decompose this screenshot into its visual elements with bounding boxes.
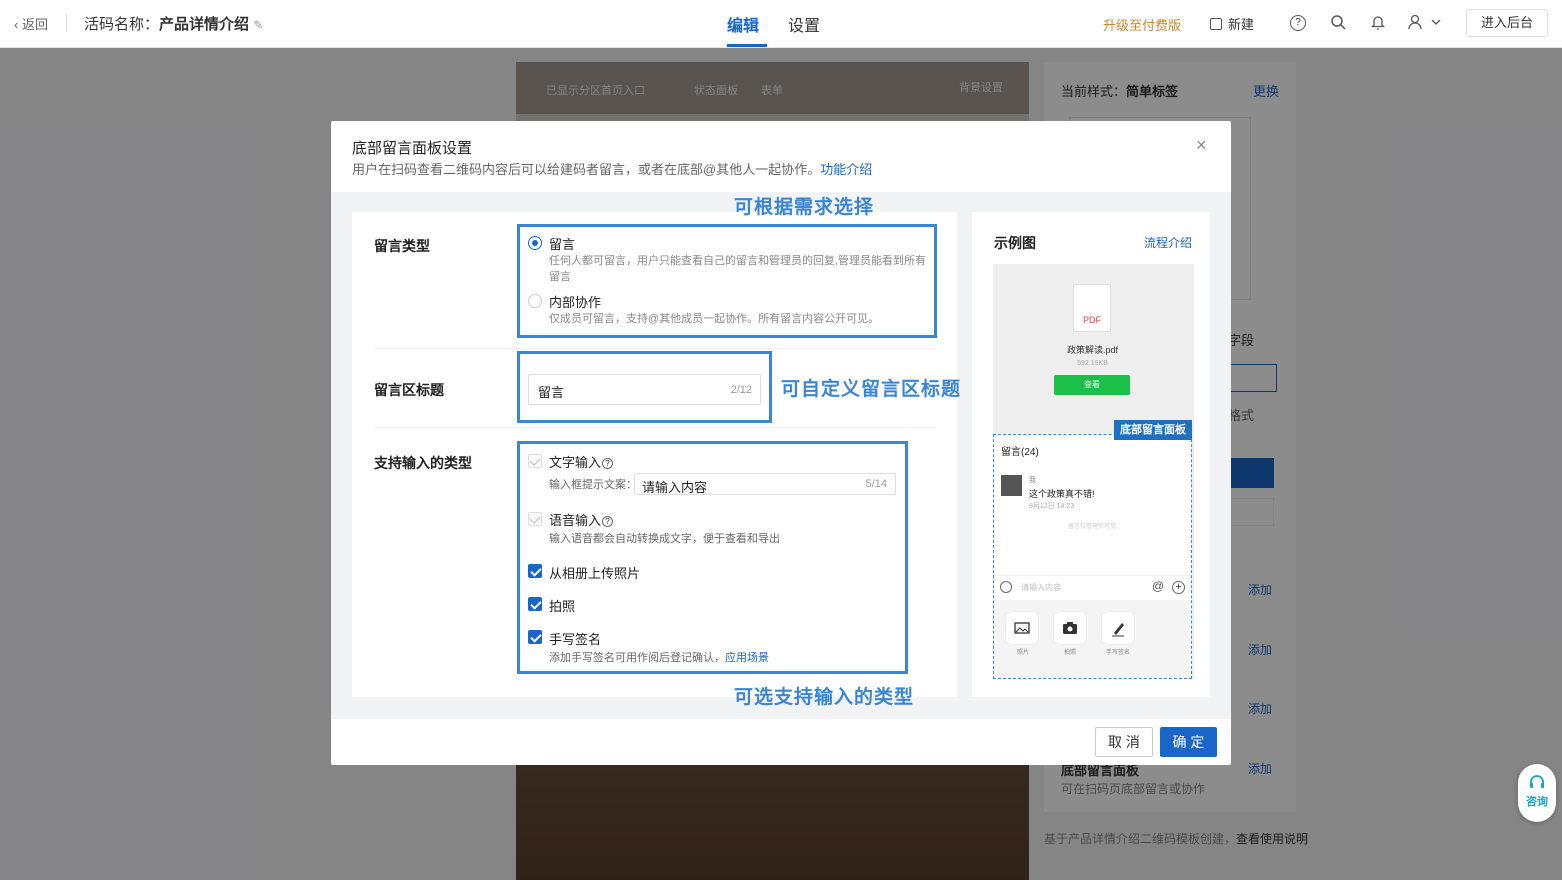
consult-button[interactable]: 咨询 (1518, 764, 1556, 822)
tab-settings[interactable]: 设置 (788, 12, 820, 36)
search-icon[interactable] (1330, 14, 1346, 33)
example-panel: 示例图 流程介绍 PDF 政策解读.pdf 592.19KB 查看 留言(24)… (972, 212, 1210, 697)
feature-intro-link[interactable]: 功能介绍 (820, 162, 872, 177)
chevron-left-icon: ‹ (14, 17, 22, 32)
top-bar: ‹ 返回 活码名称：产品详情介绍 ✎ 编辑 设置 升级至付费版 新建 ? 进入后… (0, 0, 1562, 48)
divider (374, 427, 936, 428)
example-phone-preview: PDF 政策解读.pdf 592.19KB 查看 留言(24) 我 这个政策真不… (993, 264, 1194, 679)
active-tab-indicator (727, 44, 767, 47)
plus-icon: + (1172, 581, 1185, 594)
at-icon: @ (1152, 579, 1165, 593)
help-icon[interactable]: ? (1290, 15, 1306, 31)
input-types-label: 支持输入的类型 (374, 455, 472, 471)
bell-icon[interactable] (1370, 14, 1386, 33)
upgrade-link[interactable]: 升级至付费版 (1103, 15, 1181, 34)
camera-icon (1054, 612, 1086, 644)
annotation-input: 可选支持输入的类型 (734, 687, 915, 708)
comment-panel-badge: 底部留言面板 (1114, 420, 1192, 440)
dialog-title: 底部留言面板设置 (352, 140, 473, 157)
annotation-box-type (517, 224, 937, 338)
enter-backend-button[interactable]: 进入后台 (1466, 9, 1548, 37)
view-file-button: 查看 (1054, 375, 1130, 395)
annotation-title: 可自定义留言区标题 (781, 379, 962, 400)
annotation-box-title (517, 351, 772, 423)
signature-icon (1102, 612, 1134, 644)
annotation-type: 可根据需求选择 (734, 197, 875, 218)
flow-intro-link[interactable]: 流程介绍 (1144, 234, 1192, 251)
voice-icon (1000, 581, 1012, 593)
comment-type-label: 留言类型 (374, 238, 430, 254)
confirm-button[interactable]: 确 定 (1160, 727, 1217, 757)
tab-edit[interactable]: 编辑 (727, 12, 759, 36)
divider (66, 14, 67, 32)
cancel-button[interactable]: 取 消 (1095, 727, 1153, 757)
close-icon[interactable]: × (1196, 135, 1207, 156)
example-comment-panel: 留言(24) 我 这个政策真不错! 8月12日 14:23 留言仅管理员可见 请… (993, 434, 1192, 679)
headset-icon (1528, 773, 1546, 791)
dialog-description: 用户在扫码查看二维码内容后可以给建码者留言，或者在底部@其他人一起协作。功能介绍 (352, 162, 873, 177)
page-title: 活码名称：产品详情介绍 ✎ (84, 16, 264, 33)
area-title-label: 留言区标题 (374, 382, 444, 398)
back-link[interactable]: ‹ 返回 (14, 14, 48, 33)
new-icon (1210, 18, 1222, 30)
example-title: 示例图 (994, 235, 1036, 251)
pdf-file-icon: PDF (1073, 284, 1111, 332)
edit-icon[interactable]: ✎ (253, 18, 263, 32)
user-icon[interactable] (1408, 14, 1442, 33)
divider (374, 348, 936, 349)
new-button[interactable]: 新建 (1210, 14, 1254, 33)
photo-icon (1006, 612, 1038, 644)
annotation-box-input (517, 441, 908, 674)
avatar (1001, 475, 1022, 496)
